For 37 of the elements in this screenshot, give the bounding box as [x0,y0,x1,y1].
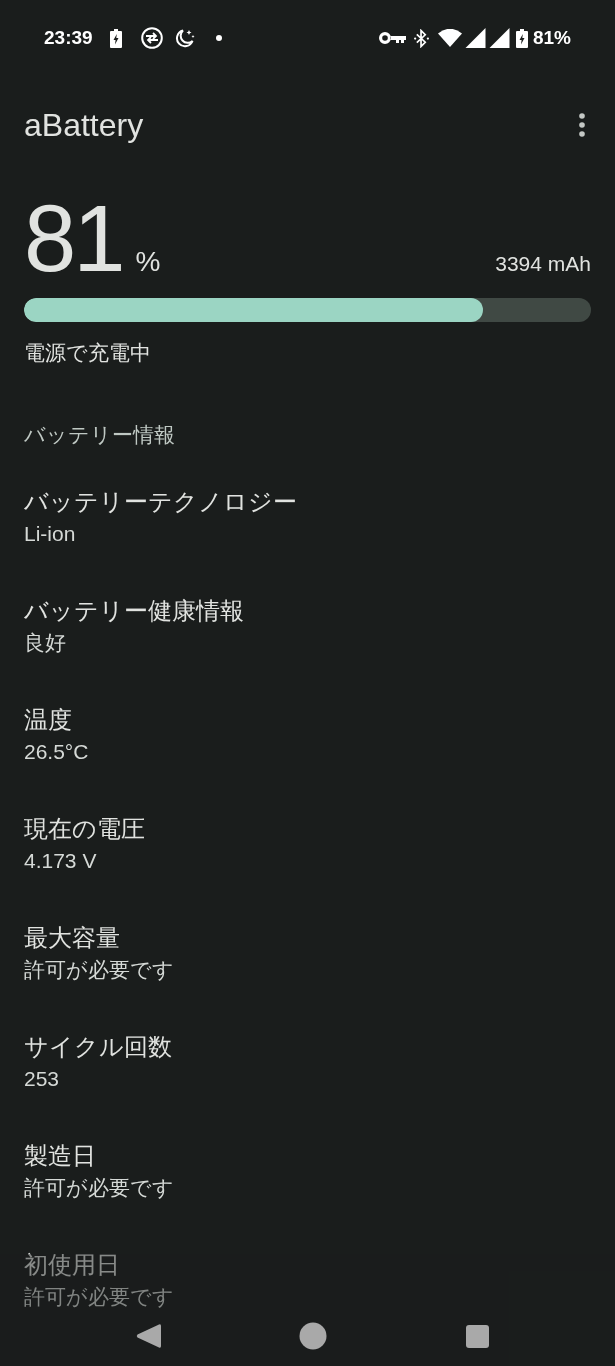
info-value: 許可が必要です [24,957,174,983]
signal-icon [464,28,486,48]
info-label: サイクル回数 [24,1032,172,1062]
info-value: Li-ion [24,521,76,547]
info-label: バッテリーテクノロジー [24,487,297,517]
info-label: 現在の電圧 [24,814,145,844]
info-value: 4.173 V [24,848,97,874]
info-label: バッテリー健康情報 [24,596,244,626]
notification-dot-icon [215,35,222,41]
back-icon[interactable] [136,1323,161,1349]
info-label: 製造日 [24,1141,96,1171]
info-label: 初使用日 [24,1250,120,1280]
status-time: 23:39 [44,27,93,49]
wifi-icon [437,29,462,47]
signal-icon [488,28,510,48]
capacity-text: 3394 mAh [495,252,591,276]
info-label: 最大容量 [24,923,120,953]
info-value: 許可が必要です [24,1175,174,1201]
charging-status-text: 電源で充電中 [24,340,152,366]
home-icon[interactable] [299,1322,327,1350]
section-header: バッテリー情報 [24,422,176,448]
battery-level-number: 81 [24,192,123,286]
battery-charging-icon [109,28,122,48]
percent-unit: % [135,246,161,278]
info-value: 良好 [24,630,66,656]
moon-stars-icon [174,28,195,48]
battery-percent-text: 81% [532,27,571,49]
battery-charging-icon [515,28,528,48]
info-value: 253 [24,1066,60,1092]
key-icon [378,32,406,44]
info-value: 26.5°C [24,739,89,765]
app-title: aBattery [24,106,145,145]
info-label: 温度 [24,705,72,735]
bluetooth-icon [413,28,429,48]
more-options-icon[interactable] [579,113,585,137]
info-value: 許可が必要です [24,1284,174,1310]
circular-arrows-icon [140,27,163,49]
